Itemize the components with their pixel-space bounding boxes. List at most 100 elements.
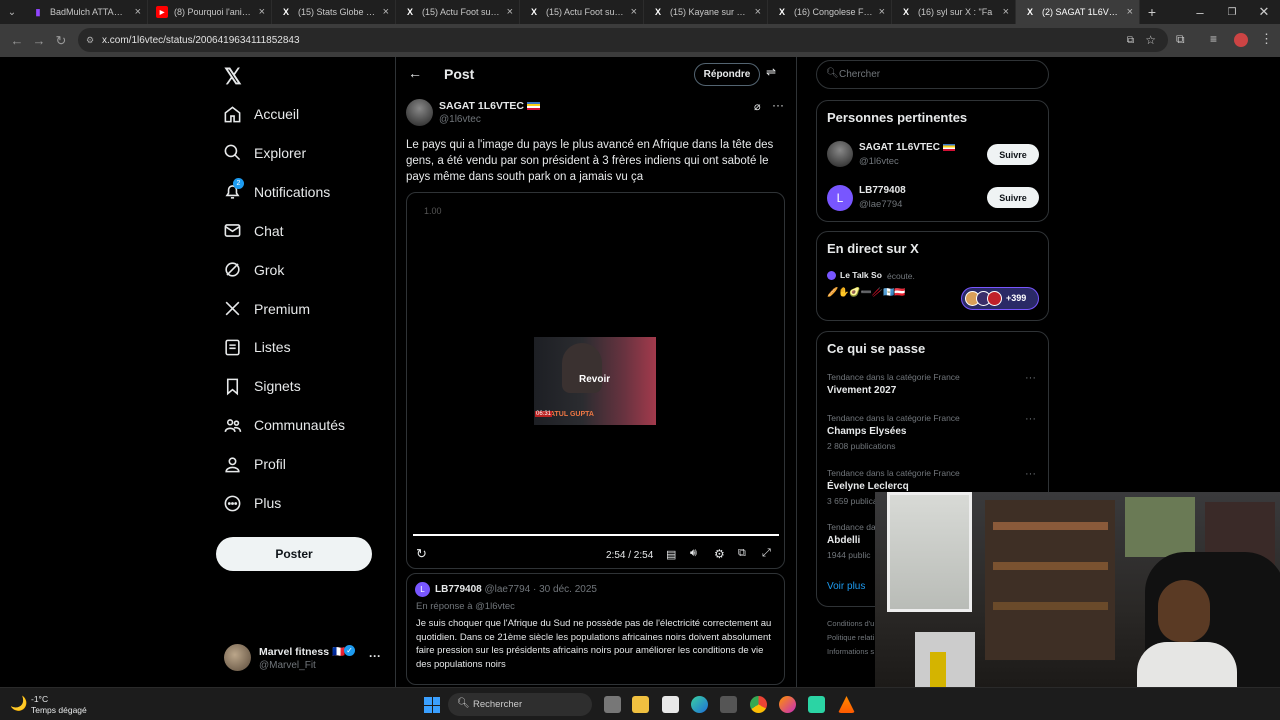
tab-list-button[interactable]: ⌄ <box>0 7 24 18</box>
avatar[interactable]: L <box>415 582 430 597</box>
search-input[interactable]: 🔍︎ Chercher <box>816 60 1049 89</box>
reply-button[interactable]: Répondre <box>694 63 760 86</box>
site-info-icon[interactable]: ⚙ <box>86 35 94 46</box>
footer-link[interactable]: Politique relati <box>827 633 874 642</box>
post-more-icon[interactable]: ··· <box>772 98 784 112</box>
nav-item-plus[interactable]: Plus <box>223 489 281 517</box>
reply-post[interactable]: L LB779408 @lae7794 · 30 déc. 2025 En ré… <box>406 573 785 685</box>
close-tab-icon[interactable]: × <box>1127 6 1133 18</box>
close-tab-icon[interactable]: × <box>1003 6 1009 18</box>
trend-item[interactable]: Tendance dans la catégorie France Vivemen… <box>827 372 1042 396</box>
close-tab-icon[interactable]: × <box>631 6 637 18</box>
reply-settings-icon[interactable]: ⇌ <box>766 65 776 79</box>
settings-icon[interactable]: ⚙ <box>714 547 725 561</box>
captions-icon[interactable]: ▤ <box>666 548 676 561</box>
account-switcher[interactable]: Marvel fitness 🇫🇷 ✓ @Marvel_Fit ··· <box>224 643 384 673</box>
live-space[interactable]: Le Talk So écoute. 🥖✋🥑➖🥢🇬🇹🇦🇹 +399 <box>827 270 1039 316</box>
bookmark-star-icon[interactable]: ☆ <box>1145 33 1156 47</box>
post-author-name[interactable]: SAGAT 1L6VTEC <box>439 100 524 112</box>
start-button[interactable] <box>424 697 440 713</box>
close-window-button[interactable]: ✕ <box>1248 4 1280 20</box>
fullscreen-icon[interactable]: ⤢ <box>762 547 771 560</box>
replay-button[interactable]: Revoir <box>579 374 610 385</box>
trend-more-icon[interactable]: ··· <box>1025 468 1036 480</box>
follow-button[interactable]: Suivre <box>987 187 1039 208</box>
reload-icon[interactable]: ↻ <box>50 33 72 49</box>
file-explorer-icon[interactable] <box>632 696 649 713</box>
account-more-icon[interactable]: ··· <box>369 649 381 663</box>
post-button[interactable]: Poster <box>216 537 372 571</box>
trend-more-icon[interactable]: ··· <box>1025 372 1036 384</box>
taskbar-search[interactable]: 🔍︎ Rechercher <box>448 693 592 716</box>
store-icon[interactable] <box>720 696 737 713</box>
person-row[interactable]: SAGAT 1L6VTEC @1l6vtec Suivre <box>827 141 1039 171</box>
back-icon[interactable]: ← <box>6 33 28 48</box>
volume-icon[interactable]: 🔊︎ <box>690 547 697 560</box>
nav-item-grok[interactable]: Grok <box>223 256 284 284</box>
browser-tab[interactable]: X (15) Kayane sur X : "C × <box>644 0 768 24</box>
close-tab-icon[interactable]: × <box>259 6 265 18</box>
browser-tab[interactable]: X (15) Actu Foot sur X × <box>520 0 644 24</box>
back-arrow-icon[interactable]: ← <box>408 65 422 81</box>
notepad-icon[interactable] <box>662 696 679 713</box>
browser-tab[interactable]: ▶ (8) Pourquoi l'animat × <box>148 0 272 24</box>
browser-menu-icon[interactable]: ⋮ <box>1260 31 1273 47</box>
close-tab-icon[interactable]: × <box>383 6 389 18</box>
vlc-icon[interactable] <box>838 696 855 713</box>
close-tab-icon[interactable]: × <box>755 6 761 18</box>
trend-more-icon[interactable]: ··· <box>1025 413 1036 425</box>
pip-icon[interactable]: ⧉ <box>738 547 746 560</box>
browser-tab[interactable]: X (2) SAGAT 1L6VTEC × <box>1016 0 1140 24</box>
nav-item-listes[interactable]: Listes <box>223 333 291 361</box>
person-row[interactable]: L LB779408 @lae7794 Suivre <box>827 184 1039 214</box>
nav-item-accueil[interactable]: Accueil <box>223 100 299 128</box>
listeners-pill[interactable]: +399 <box>961 287 1039 310</box>
weather-icon[interactable]: 🌙 <box>10 695 27 712</box>
browser-tab[interactable]: X (15) Actu Foot sur X × <box>396 0 520 24</box>
media-icon[interactable]: ≡ <box>1210 32 1217 46</box>
video-player[interactable]: 1.00 ATUL GUPTA 06:31 Revoir ↻ 2:54 / 2:… <box>406 192 785 569</box>
reply-author-handle[interactable]: @lae7794 <box>484 584 530 595</box>
video-progress-track[interactable] <box>413 534 779 536</box>
reply-date[interactable]: · 30 déc. 2025 <box>533 584 597 595</box>
new-tab-button[interactable]: + <box>1140 4 1164 20</box>
app-icon[interactable] <box>808 696 825 713</box>
follow-button[interactable]: Suivre <box>987 144 1039 165</box>
footer-link[interactable]: Informations s <box>827 647 874 656</box>
firefox-icon[interactable] <box>779 696 796 713</box>
footer-link[interactable]: Conditions d'u <box>827 619 874 628</box>
nav-item-profil[interactable]: Profil <box>223 450 286 478</box>
edge-icon[interactable] <box>691 696 708 713</box>
browser-tab[interactable]: X (15) Stats Globe sur X × <box>272 0 396 24</box>
browser-tab[interactable]: X (16) Congolese Footb × <box>768 0 892 24</box>
install-app-icon[interactable]: ⧉ <box>1127 35 1134 46</box>
weather-desc[interactable]: Temps dégagé <box>31 705 87 715</box>
post-author-handle[interactable]: @1l6vtec <box>439 114 481 125</box>
maximize-button[interactable]: ❐ <box>1216 7 1248 18</box>
x-logo[interactable]: 𝕏 <box>224 64 242 90</box>
nav-item-explorer[interactable]: Explorer <box>223 139 306 167</box>
weather-temp[interactable]: -1°C <box>31 694 48 704</box>
in-reply-to[interactable]: En réponse à @1l6vtec <box>416 601 515 612</box>
minimize-button[interactable]: – <box>1184 5 1216 20</box>
task-view-icon[interactable] <box>604 696 621 713</box>
nav-item-signets[interactable]: Signets <box>223 372 301 400</box>
forward-icon[interactable]: → <box>28 33 50 48</box>
nav-item-communautés[interactable]: Communautés <box>223 411 345 439</box>
profile-avatar[interactable] <box>1234 33 1248 47</box>
avatar[interactable] <box>406 99 433 126</box>
browser-tab[interactable]: ▮ BadMulch ATTAQUÉ × <box>24 0 148 24</box>
close-tab-icon[interactable]: × <box>507 6 513 18</box>
extensions-icon[interactable]: ⧉ <box>1176 32 1185 47</box>
close-tab-icon[interactable]: × <box>879 6 885 18</box>
nav-item-premium[interactable]: Premium <box>223 295 310 323</box>
nav-item-chat[interactable]: Chat <box>223 217 284 245</box>
replay-icon[interactable]: ↻ <box>416 546 427 562</box>
close-tab-icon[interactable]: × <box>135 6 141 18</box>
browser-tab[interactable]: X (16) syl sur X : "Fa × <box>892 0 1016 24</box>
see-more-link[interactable]: Voir plus <box>827 581 865 592</box>
grok-icon[interactable]: ⌀ <box>754 100 761 113</box>
trend-item[interactable]: Tendance dans la catégorie France Champs … <box>827 413 1042 451</box>
nav-item-notifications[interactable]: 2 Notifications <box>223 178 330 206</box>
chrome-icon[interactable] <box>750 696 767 713</box>
